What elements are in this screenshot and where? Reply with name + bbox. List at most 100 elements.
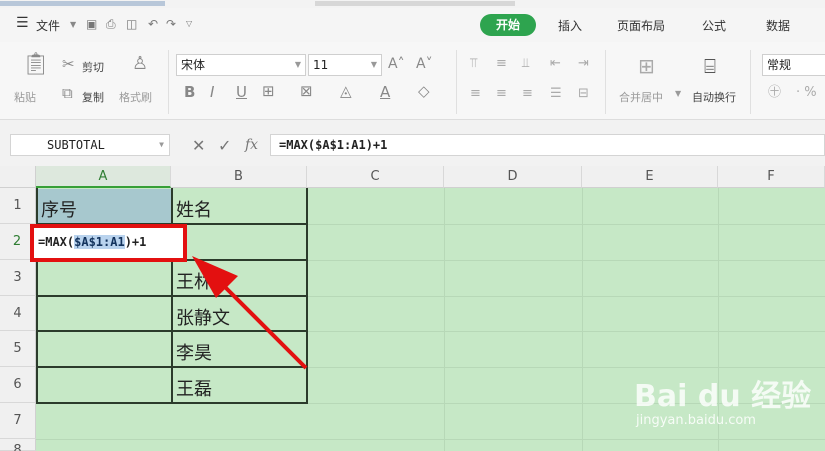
format-painter-icon[interactable]: ♙ [132,55,148,73]
confirm-icon[interactable]: ✓ [218,136,231,155]
customize-icon[interactable]: ▽ [186,18,198,30]
annotation-arrow [192,256,308,370]
currency-icon[interactable]: ㊉ [768,85,781,100]
merge-center-icon[interactable]: ⊞ [638,56,655,76]
column-header-b[interactable]: B [171,166,307,188]
number-format-value: 常规 [767,58,792,72]
wrap-text-icon[interactable]: ⌸ [704,56,716,76]
row-header-3[interactable]: 3 [0,260,36,296]
bold-icon[interactable]: B [184,85,195,100]
print-preview-icon[interactable]: ◫ [126,18,138,30]
cell-a2-editor[interactable]: =MAX($A$1:A1)+1 [30,224,187,262]
cell-b1[interactable]: 姓名 [176,196,212,222]
tab-strip-segment [0,1,165,6]
fill-style-icon[interactable]: ⊠ [300,84,313,99]
fx-button[interactable]: fx [245,137,258,153]
font-color-icon[interactable]: A [380,85,390,100]
baidu-watermark: Bai du 经验 jingyan.baidu.com [634,371,824,446]
cut-button[interactable]: 剪切 [82,59,104,75]
formula-input[interactable]: =MAX($A$1:A1)+1 [270,134,825,156]
select-all-corner[interactable] [0,166,36,188]
ribbon-toolbar: 📋︎ 粘贴 ✂ 剪切 ⧉ 复制 ♙ 格式刷 宋体 ▼ 11 ▼ A˄ A˅ B I … [0,42,825,120]
cancel-icon[interactable]: ✕ [192,136,205,155]
border-icon[interactable]: ⊞ [262,84,275,99]
row-header-4[interactable]: 4 [0,296,36,331]
tab-data[interactable]: 数据 [766,17,790,34]
window-top-strip [0,0,825,8]
tab-formulas[interactable]: 公式 [702,17,726,34]
arrow-shaft [214,276,308,370]
indent-increase-icon[interactable]: ⇥ [578,56,589,71]
column-header-f[interactable]: F [718,166,825,188]
gridline [307,367,825,368]
chevron-down-icon[interactable]: ▼ [70,20,76,29]
paste-icon[interactable]: 📋︎ [22,54,50,76]
cell-b6[interactable]: 王磊 [176,375,212,401]
chevron-down-icon[interactable]: ▼ [675,89,681,98]
column-header-d[interactable]: D [444,166,582,188]
row-header-8[interactable]: 8 [0,439,36,451]
hamburger-icon[interactable]: ☰ [16,15,29,31]
align-top-icon[interactable]: ⫪ [470,56,477,71]
justify-icon[interactable]: ☰ [550,86,562,101]
copy-icon[interactable]: ⧉ [62,86,73,101]
gridline [444,188,445,451]
row-header-6[interactable]: 6 [0,367,36,403]
format-painter-button[interactable]: 格式刷 [119,89,152,105]
paste-button[interactable]: 粘贴 [14,89,36,105]
tab-insert[interactable]: 插入 [558,17,582,34]
print-icon[interactable]: ⎙ [106,18,118,30]
font-size-select[interactable]: 11 ▼ [308,54,382,76]
gridline [307,296,825,297]
tab-home[interactable]: 开始 [480,14,536,36]
tab-page-layout[interactable]: 页面布局 [617,17,665,34]
menu-bar: ☰ 文件 ▼ ▣ ⎙ ◫ ↶ ↷ ▽ 开始 插入 页面布局 公式 数据 [0,8,825,42]
copy-button[interactable]: 复制 [82,89,104,105]
italic-icon[interactable]: I [210,85,214,100]
chevron-down-icon: ▼ [370,60,377,69]
gridline [307,224,825,225]
row-header-7[interactable]: 7 [0,403,36,439]
align-left-icon[interactable]: ≡ [470,86,481,101]
undo-icon[interactable]: ↶ [148,18,160,30]
chevron-down-icon: ▼ [294,60,301,69]
align-right-icon[interactable]: ≡ [522,86,533,101]
indent-decrease-icon[interactable]: ⇤ [550,56,561,71]
font-size-value: 11 [313,58,329,72]
menu-file[interactable]: 文件 [36,17,60,34]
redo-icon[interactable]: ↷ [166,18,178,30]
name-box[interactable]: SUBTOTAL ▼ [10,134,170,156]
wrap-text-button[interactable]: 自动换行 [692,89,736,105]
align-bottom-icon[interactable]: ⫫ [522,56,529,71]
decrease-font-icon[interactable]: A˅ [416,57,433,72]
fill-color-icon[interactable]: ◬ [340,84,352,99]
column-header-a[interactable]: A [36,166,171,188]
underline-icon[interactable]: U [236,85,247,100]
align-center-icon[interactable]: ≡ [496,86,507,101]
column-header-c[interactable]: C [307,166,444,188]
number-format-select[interactable]: 常规 [762,54,825,76]
spreadsheet-grid[interactable]: A B C D E F 1 2 3 4 5 6 7 8 序号 姓名 王林 张静文… [0,166,825,451]
align-middle-icon[interactable]: ≡ [496,56,507,71]
name-box-value: SUBTOTAL [47,138,105,152]
distribute-icon[interactable]: ⊟ [578,86,589,101]
row-header-1[interactable]: 1 [0,188,36,224]
column-header-e[interactable]: E [582,166,718,188]
table-border [36,402,308,404]
font-name-value: 宋体 [181,58,206,72]
gridline [307,331,825,332]
tab-strip-segment [315,1,515,6]
clear-format-icon[interactable]: ◇ [418,84,430,99]
cell-a1[interactable]: 序号 [41,196,77,222]
merge-center-button[interactable]: 合并居中 [619,89,663,105]
gridline [582,188,583,451]
increase-font-icon[interactable]: A˄ [388,57,405,72]
chevron-down-icon[interactable]: ▼ [159,135,164,155]
row-header-5[interactable]: 5 [0,331,36,367]
scissors-icon[interactable]: ✂ [62,57,75,72]
save-icon[interactable]: ▣ [86,18,98,30]
percent-icon[interactable]: · % [796,85,817,100]
formula-suffix: )+1 [124,235,147,249]
toolbar-divider [456,50,457,114]
font-name-select[interactable]: 宋体 ▼ [176,54,306,76]
